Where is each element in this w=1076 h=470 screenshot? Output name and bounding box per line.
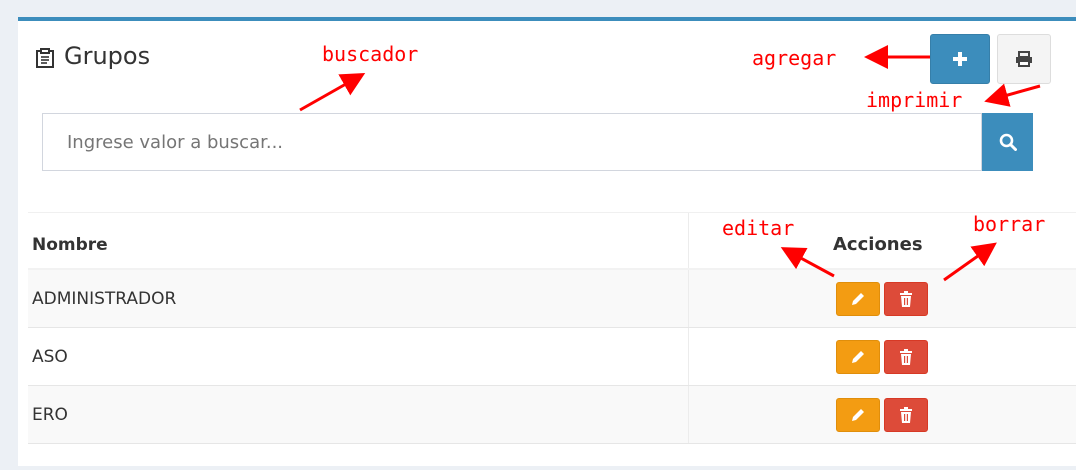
table-row: ERO — [28, 386, 1076, 444]
search-icon — [999, 133, 1017, 151]
table-header-row: Nombre Acciones — [28, 213, 1076, 270]
annotation-imprimir: imprimir — [866, 88, 963, 112]
column-header-nombre: Nombre — [32, 234, 108, 255]
annotation-agregar: agregar — [752, 46, 837, 70]
delete-button[interactable] — [884, 398, 928, 432]
table-row: ADMINISTRADOR — [28, 270, 1076, 328]
column-divider — [688, 270, 689, 327]
pencil-icon — [852, 409, 864, 421]
delete-button[interactable] — [884, 282, 928, 316]
row-actions — [836, 282, 928, 316]
groups-table: Nombre Acciones ADMINISTRADOR ASO ERO — [28, 212, 1076, 444]
pencil-icon — [852, 351, 864, 363]
column-divider — [688, 328, 689, 385]
trash-icon — [900, 349, 912, 365]
search-input[interactable] — [42, 113, 982, 171]
row-actions — [836, 398, 928, 432]
pencil-icon — [852, 293, 864, 305]
trash-icon — [900, 407, 912, 423]
clipboard-icon — [36, 46, 54, 68]
annotation-buscador: buscador — [322, 42, 419, 66]
row-actions — [836, 340, 928, 374]
page-title: Grupos — [64, 42, 151, 70]
column-header-acciones: Acciones — [833, 234, 923, 255]
edit-button[interactable] — [836, 340, 880, 374]
panel-header: Grupos — [36, 42, 150, 70]
plus-icon — [953, 52, 967, 66]
print-button[interactable] — [997, 34, 1051, 84]
column-divider — [688, 386, 689, 443]
annotation-borrar: borrar — [973, 212, 1046, 236]
column-divider — [688, 213, 689, 268]
search-button[interactable] — [982, 113, 1033, 171]
add-button[interactable] — [930, 34, 990, 84]
table-row: ASO — [28, 328, 1076, 386]
annotation-editar: editar — [722, 216, 795, 240]
edit-button[interactable] — [836, 282, 880, 316]
edit-button[interactable] — [836, 398, 880, 432]
group-name: ERO — [32, 404, 68, 425]
delete-button[interactable] — [884, 340, 928, 374]
trash-icon — [900, 291, 912, 307]
group-name: ASO — [32, 346, 68, 367]
group-name: ADMINISTRADOR — [32, 288, 177, 309]
print-icon — [1016, 51, 1032, 67]
